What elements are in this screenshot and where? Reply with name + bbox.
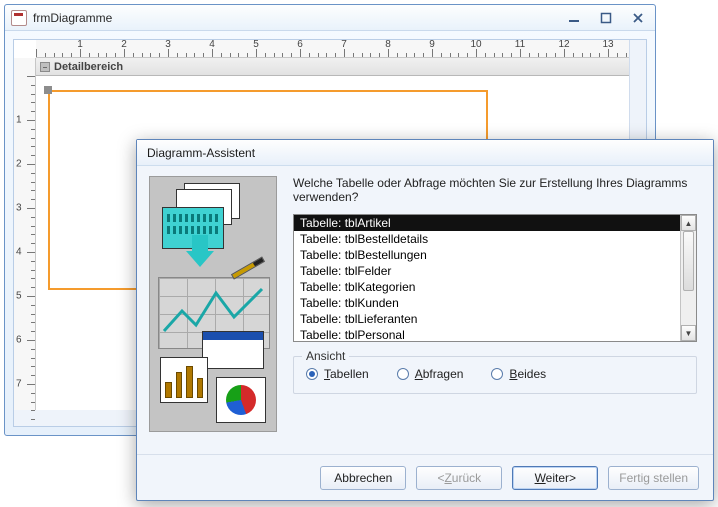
dialog-title: Diagramm-Assistent xyxy=(147,146,255,160)
vertical-ruler: 1234567 xyxy=(14,58,36,410)
view-groupbox: Ansicht TabellenAbfragenBeides xyxy=(293,356,697,394)
scroll-thumb[interactable] xyxy=(683,231,694,291)
view-radio-beides[interactable]: Beides xyxy=(491,367,546,381)
back-button-label: Zurück xyxy=(444,471,481,485)
scroll-down-button[interactable]: ▼ xyxy=(681,325,696,341)
back-button[interactable]: < Zurück xyxy=(416,466,502,490)
list-item[interactable]: Tabelle: tblBestellungen xyxy=(294,247,680,263)
list-item[interactable]: Tabelle: tblKunden xyxy=(294,295,680,311)
close-button[interactable] xyxy=(627,10,649,26)
maximize-button[interactable] xyxy=(595,10,617,26)
section-header-label: Detailbereich xyxy=(54,61,123,73)
next-button[interactable]: Weiter > xyxy=(512,466,598,490)
list-item[interactable]: Tabelle: tblArtikel xyxy=(294,215,680,231)
radio-label: Tabellen xyxy=(324,367,369,381)
list-item[interactable]: Tabelle: tblPersonal xyxy=(294,327,680,342)
radio-label: Beides xyxy=(509,367,546,381)
finish-button-label: Fertig stellen xyxy=(619,471,688,485)
scrollbar[interactable]: ▲ ▼ xyxy=(680,215,696,341)
table-listbox[interactable]: Tabelle: tblArtikelTabelle: tblBestellde… xyxy=(293,214,697,342)
scroll-up-button[interactable]: ▲ xyxy=(681,215,696,231)
dialog-titlebar[interactable]: Diagramm-Assistent xyxy=(137,140,713,166)
form-icon xyxy=(11,10,27,26)
view-radio-tabellen[interactable]: Tabellen xyxy=(306,367,369,381)
resize-handle-icon[interactable] xyxy=(44,86,52,94)
chart-wizard-dialog: Diagramm-Assistent Welche Tabelle oder A… xyxy=(136,139,714,501)
titlebar[interactable]: frmDiagramme xyxy=(5,5,655,31)
next-button-label: Weiter xyxy=(535,471,569,485)
cancel-button[interactable]: Abbrechen xyxy=(320,466,406,490)
list-item[interactable]: Tabelle: tblKategorien xyxy=(294,279,680,295)
bar-chart-icon xyxy=(160,357,208,403)
radio-icon xyxy=(306,368,318,380)
radio-label: Abfragen xyxy=(415,367,464,381)
view-group-legend: Ansicht xyxy=(302,349,349,363)
finish-button[interactable]: Fertig stellen xyxy=(608,466,699,490)
list-item[interactable]: Tabelle: tblFelder xyxy=(294,263,680,279)
horizontal-ruler: 12345678910111213 xyxy=(36,40,630,58)
wizard-prompt: Welche Tabelle oder Abfrage möchten Sie … xyxy=(293,176,697,204)
pie-chart-icon xyxy=(216,377,266,423)
dialog-footer: Abbrechen < Zurück Weiter > Fertig stell… xyxy=(137,454,713,500)
minimize-button[interactable] xyxy=(563,10,585,26)
wizard-illustration xyxy=(149,176,277,432)
radio-icon xyxy=(491,368,503,380)
arrow-down-icon xyxy=(186,251,214,267)
list-item[interactable]: Tabelle: tblBestelldetails xyxy=(294,231,680,247)
window-title: frmDiagramme xyxy=(33,11,112,25)
list-item[interactable]: Tabelle: tblLieferanten xyxy=(294,311,680,327)
view-radio-abfragen[interactable]: Abfragen xyxy=(397,367,464,381)
radio-icon xyxy=(397,368,409,380)
section-header-detail[interactable]: Detailbereich xyxy=(36,58,630,76)
section-toggle-icon xyxy=(40,62,50,72)
